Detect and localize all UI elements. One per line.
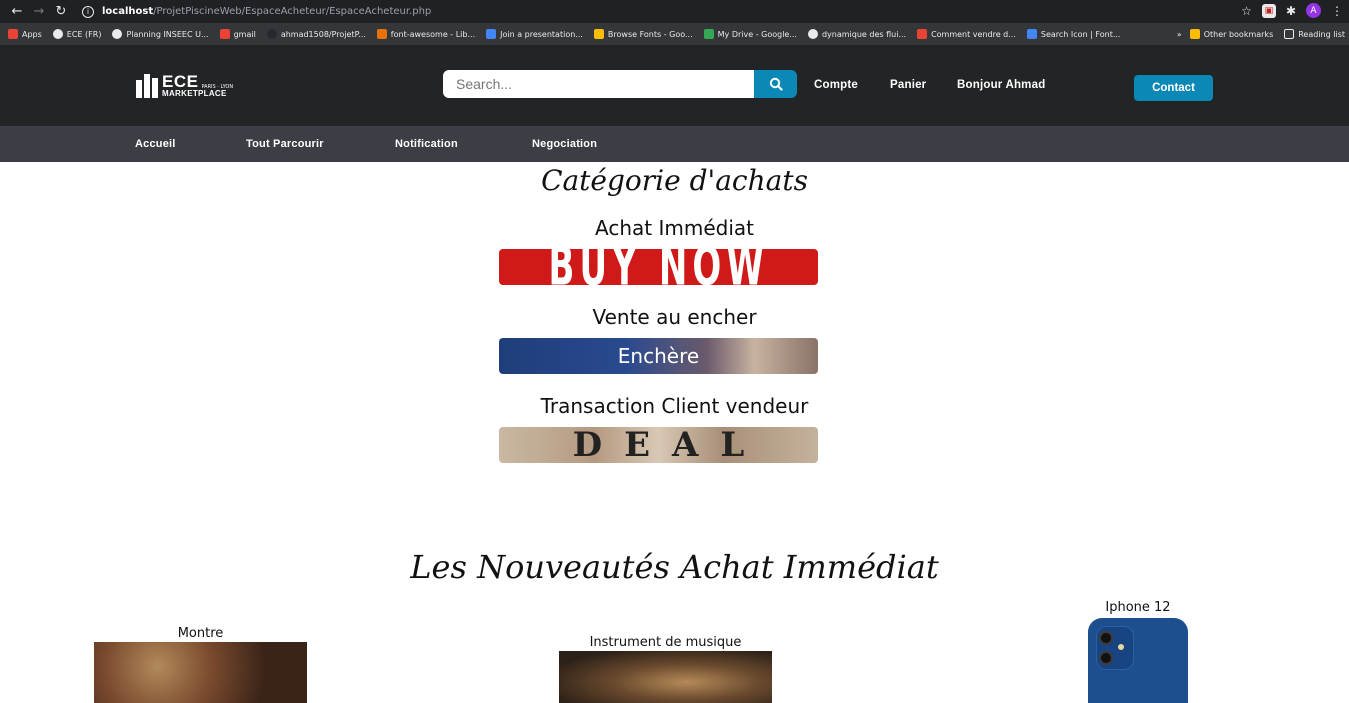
search-button[interactable] xyxy=(754,70,797,98)
logo-mark-icon xyxy=(136,73,158,98)
bookmark-item[interactable]: ahmad1508/ProjetP... xyxy=(266,29,366,39)
bookmark-item[interactable]: Browse Fonts - Goo... xyxy=(593,29,693,39)
extension-icon[interactable]: ▣ xyxy=(1261,3,1276,18)
bookmark-item[interactable]: font-awesome - Lib... xyxy=(376,29,475,39)
folder-icon xyxy=(1189,29,1200,39)
product-image-iphone[interactable] xyxy=(1088,618,1188,703)
buy-now-text: BUY NOW xyxy=(548,249,769,285)
buy-now-banner[interactable]: BUY NOW xyxy=(499,249,818,285)
info-icon[interactable]: i xyxy=(82,5,94,18)
url-path: /ProjetPiscineWeb/EspaceAcheteur/EspaceA… xyxy=(153,6,432,17)
bookmark-item[interactable]: Apps xyxy=(8,29,42,39)
bookmark-star-icon[interactable]: ☆ xyxy=(1241,4,1252,18)
nav-home[interactable]: Accueil xyxy=(135,138,176,150)
bookmark-item[interactable]: Search Icon | Font... xyxy=(1026,29,1120,39)
globe-icon xyxy=(807,29,818,39)
product-name: Instrument de musique xyxy=(589,635,742,650)
google-fonts-icon xyxy=(593,29,604,39)
github-icon xyxy=(266,29,277,39)
extensions-puzzle-icon[interactable]: ✱ xyxy=(1286,4,1296,18)
other-bookmarks[interactable]: Other bookmarks xyxy=(1189,29,1273,39)
nav-browse[interactable]: Tout Parcourir xyxy=(246,138,324,150)
gmail-icon xyxy=(219,29,230,39)
browser-toolbar: ← → ↻ i localhost /ProjetPiscineWeb/Espa… xyxy=(0,0,1349,23)
auction-banner[interactable]: Enchère xyxy=(499,338,818,374)
bookmark-item[interactable]: dynamique des flui... xyxy=(807,29,906,39)
google-drive-icon xyxy=(703,29,714,39)
sub-navigation: Accueil Tout Parcourir Notification Nego… xyxy=(0,126,1349,162)
url-host: localhost xyxy=(102,6,154,17)
nav-negotiation[interactable]: Negociation xyxy=(532,138,597,150)
cart-link[interactable]: Panier xyxy=(890,79,926,91)
category-auction-label: Vente au encher xyxy=(592,305,757,329)
search-input[interactable] xyxy=(443,70,755,98)
bookmark-item[interactable]: gmail xyxy=(219,29,256,39)
logo-title: ECE xyxy=(162,72,199,91)
account-link[interactable]: Compte xyxy=(814,79,858,91)
main-content: Catégorie d'achats Achat Immédiat BUY NO… xyxy=(0,162,1349,703)
auction-banner-text: Enchère xyxy=(617,344,700,368)
product-name: Montre xyxy=(177,626,224,641)
nav-notification[interactable]: Notification xyxy=(395,138,458,150)
search-icon xyxy=(769,77,783,91)
mentimeter-icon xyxy=(486,29,497,39)
deal-banner-text: DEAL xyxy=(572,427,767,463)
back-icon[interactable]: ← xyxy=(8,3,26,21)
bookmark-item[interactable]: Join a presentation... xyxy=(486,29,583,39)
browser-menu-icon[interactable]: ⋮ xyxy=(1331,4,1343,18)
product-image-instrument[interactable] xyxy=(559,651,772,703)
address-bar[interactable]: i localhost /ProjetPiscineWeb/EspaceAche… xyxy=(82,5,432,18)
reading-list[interactable]: Reading list xyxy=(1284,29,1345,39)
ece-logo[interactable]: ECE PARIS · LYON MARKETPLACE xyxy=(136,73,233,98)
user-greeting[interactable]: Bonjour Ahmad xyxy=(957,79,1045,91)
logo-marketplace: MARKETPLACE xyxy=(162,89,227,98)
globe-icon xyxy=(112,29,123,39)
deal-banner[interactable]: DEAL xyxy=(499,427,818,463)
profile-avatar[interactable]: A xyxy=(1306,3,1321,18)
flag-icon xyxy=(1026,29,1037,39)
forward-icon[interactable]: → xyxy=(30,3,48,21)
categories-title: Catégorie d'achats xyxy=(541,164,808,197)
reading-list-icon xyxy=(1284,29,1295,39)
category-transaction-label: Transaction Client vendeur xyxy=(540,394,809,418)
contact-button[interactable]: Contact xyxy=(1134,75,1213,101)
bookmarks-bar: Apps ECE (FR) Planning INSEEC U... gmail… xyxy=(0,23,1349,45)
reload-icon[interactable]: ↻ xyxy=(52,3,70,21)
site-header: ECE PARIS · LYON MARKETPLACE Compte Pani… xyxy=(0,45,1349,126)
product-name: Iphone 12 xyxy=(1105,600,1171,615)
more-bookmarks-icon[interactable]: » xyxy=(1177,30,1182,39)
apps-grid-icon xyxy=(8,29,18,39)
bookmark-item[interactable]: Comment vendre d... xyxy=(917,29,1016,39)
code-icon xyxy=(376,29,387,39)
category-immediate-label: Achat Immédiat xyxy=(595,216,754,240)
camera-icon xyxy=(1096,626,1134,670)
page-icon xyxy=(917,29,928,39)
globe-icon xyxy=(52,29,63,39)
product-image-watch[interactable] xyxy=(94,642,307,703)
new-items-title: Les Nouveautés Achat Immédiat xyxy=(410,548,939,586)
bookmark-item[interactable]: Planning INSEEC U... xyxy=(112,29,209,39)
bookmark-item[interactable]: My Drive - Google... xyxy=(703,29,797,39)
bookmark-item[interactable]: ECE (FR) xyxy=(52,29,101,39)
